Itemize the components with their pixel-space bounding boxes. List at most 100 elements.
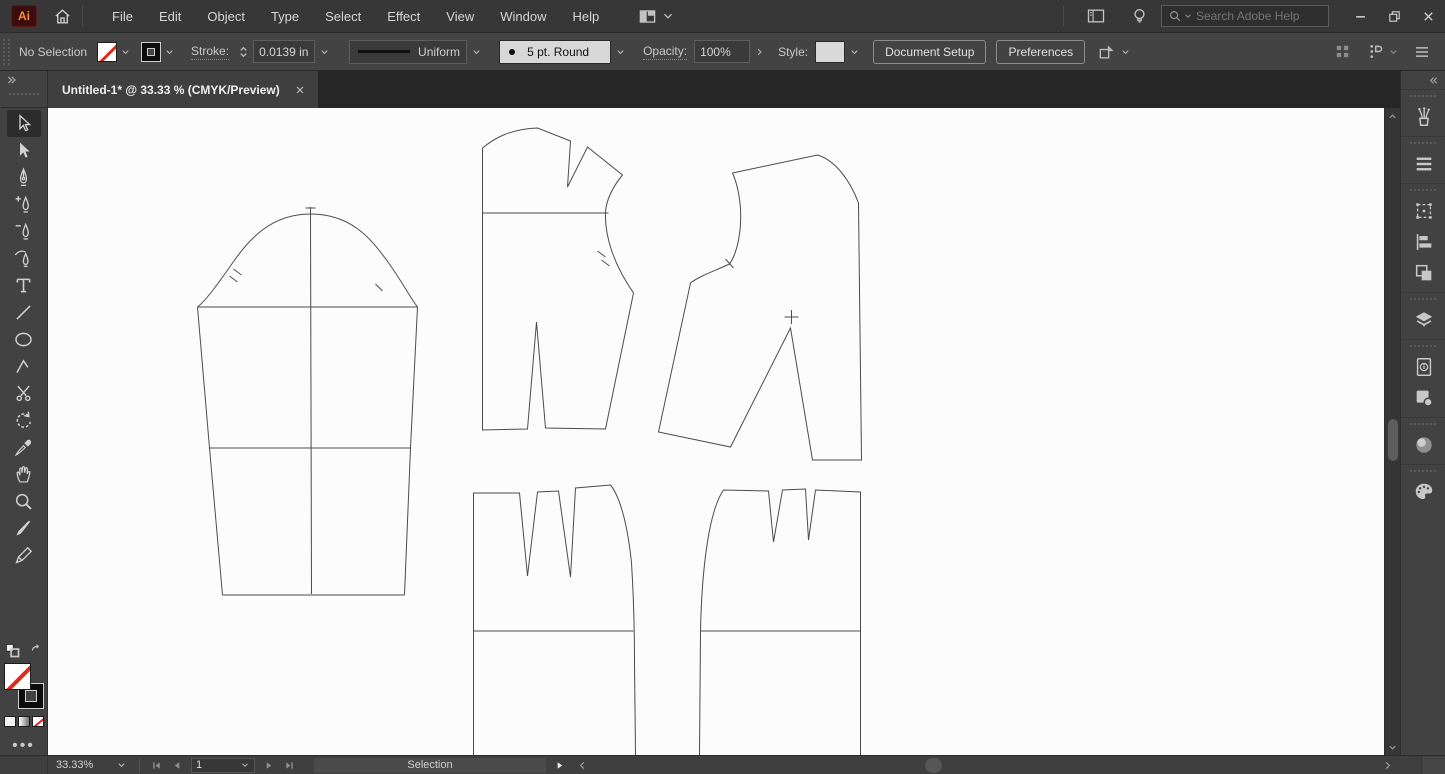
panel-group-grip[interactable] xyxy=(1410,142,1436,144)
graphic-style-swatch[interactable] xyxy=(815,41,845,63)
variable-width-profile-dropdown[interactable]: Uniform xyxy=(349,40,467,64)
align-to-selection-dropdown[interactable] xyxy=(1097,42,1131,62)
help-search-box[interactable] xyxy=(1161,5,1329,27)
paintbrush-tool[interactable] xyxy=(7,515,41,542)
panel-group-grip[interactable] xyxy=(1410,298,1436,300)
pattern-bodice-back[interactable] xyxy=(483,128,634,430)
brush-definition-chevron[interactable] xyxy=(611,40,629,64)
menu-effect[interactable]: Effect xyxy=(374,0,433,33)
artboard-canvas[interactable] xyxy=(48,108,1384,755)
last-artboard-button[interactable] xyxy=(279,760,300,771)
zoom-level-display[interactable]: 33.33% xyxy=(48,759,110,771)
menu-object[interactable]: Object xyxy=(194,0,258,33)
document-setup-button[interactable]: Document Setup xyxy=(873,40,986,64)
stroke-weight-dropdown[interactable] xyxy=(315,40,333,64)
scroll-right-arrow[interactable] xyxy=(1382,760,1393,771)
first-artboard-button[interactable] xyxy=(146,760,167,771)
menu-type[interactable]: Type xyxy=(258,0,312,33)
home-icon[interactable] xyxy=(53,7,72,26)
color-mode-button[interactable] xyxy=(4,716,16,727)
control-bar-menu-icon[interactable] xyxy=(1413,43,1431,61)
stroke-weight-label[interactable]: Stroke: xyxy=(191,44,229,60)
pencil-tool[interactable] xyxy=(7,542,41,569)
anchor-point-tool[interactable] xyxy=(7,353,41,380)
pattern-bodice-front[interactable] xyxy=(659,155,862,460)
vertical-scrollbar[interactable] xyxy=(1384,108,1400,755)
vertical-scroll-track[interactable] xyxy=(1385,124,1400,739)
expand-tools-icon[interactable] xyxy=(6,74,18,86)
zoom-dropdown[interactable] xyxy=(110,758,133,772)
touch-workspace-icon[interactable] xyxy=(1334,43,1351,60)
pattern-sleeve[interactable] xyxy=(198,207,418,595)
menu-edit[interactable]: Edit xyxy=(146,0,194,33)
menu-select[interactable]: Select xyxy=(312,0,374,33)
status-display-menu[interactable] xyxy=(546,760,573,771)
ellipse-tool[interactable] xyxy=(7,326,41,353)
document-info-panel-button[interactable] xyxy=(1401,351,1445,382)
pen-tool[interactable] xyxy=(7,164,41,191)
scissors-tool[interactable] xyxy=(7,380,41,407)
menu-file[interactable]: File xyxy=(99,0,146,33)
workspace-switcher[interactable] xyxy=(626,7,687,26)
align-panel-button[interactable] xyxy=(1401,226,1445,257)
stroke-color-control[interactable] xyxy=(141,42,175,62)
vertical-scroll-thumb[interactable] xyxy=(1388,419,1398,461)
type-tool[interactable] xyxy=(7,272,41,299)
rotate-tool[interactable] xyxy=(7,407,41,434)
document-tab[interactable]: Untitled-1* @ 33.33 % (CMYK/Preview) xyxy=(48,71,318,108)
panel-group-grip[interactable] xyxy=(1410,423,1436,425)
artboard-navigation-box[interactable]: 1 xyxy=(191,758,255,773)
style-dropdown-chevron[interactable] xyxy=(845,40,863,64)
variable-width-chevron[interactable] xyxy=(467,40,485,64)
fill-color-control[interactable] xyxy=(97,42,131,62)
status-display[interactable]: Selection xyxy=(314,758,546,773)
delete-anchor-point-tool[interactable] xyxy=(7,218,41,245)
opacity-input[interactable]: 100% xyxy=(694,40,750,63)
fill-proxy-swatch[interactable] xyxy=(4,663,31,690)
panel-group-grip[interactable] xyxy=(1410,470,1436,472)
panel-group-grip[interactable] xyxy=(1410,345,1436,347)
controlbar-grip[interactable] xyxy=(3,39,10,65)
tools-grip[interactable] xyxy=(9,93,39,95)
menu-view[interactable]: View xyxy=(433,0,487,33)
chevron-down-icon[interactable] xyxy=(120,45,131,59)
search-input[interactable] xyxy=(1196,9,1322,23)
panel-group-grip[interactable] xyxy=(1410,189,1436,191)
opacity-panel-button[interactable] xyxy=(750,40,768,64)
minimize-button[interactable] xyxy=(1343,0,1377,33)
pattern-skirt-front[interactable] xyxy=(700,489,861,755)
scroll-down-arrow[interactable] xyxy=(1387,739,1398,755)
color-panel-button[interactable] xyxy=(1401,476,1445,507)
scroll-left-arrow[interactable] xyxy=(577,760,588,771)
previous-artboard-button[interactable] xyxy=(167,760,188,771)
add-anchor-point-tool[interactable] xyxy=(7,191,41,218)
next-artboard-button[interactable] xyxy=(258,760,279,771)
none-mode-button[interactable] xyxy=(32,716,44,727)
close-tab-icon[interactable] xyxy=(294,84,306,96)
restore-button[interactable] xyxy=(1377,0,1411,33)
pattern-skirt-back[interactable] xyxy=(474,485,636,755)
swap-fill-stroke-icon[interactable] xyxy=(29,643,44,658)
gradient-mode-button[interactable] xyxy=(18,716,30,727)
close-button[interactable] xyxy=(1411,0,1445,33)
illustrator-logo-icon[interactable]: Ai xyxy=(11,5,37,27)
stroke-weight-stepper[interactable] xyxy=(237,44,250,60)
horizontal-scroll-thumb[interactable] xyxy=(925,758,942,773)
curvature-tool[interactable] xyxy=(7,245,41,272)
transform-panel-button[interactable] xyxy=(1401,195,1445,226)
arrange-documents-button[interactable] xyxy=(1074,6,1118,26)
preferences-button[interactable]: Preferences xyxy=(996,40,1085,64)
default-fill-stroke-icon[interactable] xyxy=(4,642,21,659)
panel-dock-icon[interactable] xyxy=(1367,42,1386,61)
opacity-label[interactable]: Opacity: xyxy=(643,44,687,60)
asset-export-panel-button[interactable] xyxy=(1401,382,1445,413)
chevron-down-icon[interactable] xyxy=(164,45,175,59)
stroke-color-swatch[interactable] xyxy=(141,42,161,62)
layers-panel-button[interactable] xyxy=(1401,304,1445,335)
chevron-down-icon[interactable] xyxy=(1388,45,1399,59)
brush-definition-dropdown[interactable]: 5 pt. Round xyxy=(499,40,611,64)
line-segment-tool[interactable] xyxy=(7,299,41,326)
hand-tool[interactable] xyxy=(7,461,41,488)
expand-panels-icon[interactable] xyxy=(1428,75,1439,86)
pathfinder-panel-button[interactable] xyxy=(1401,257,1445,288)
